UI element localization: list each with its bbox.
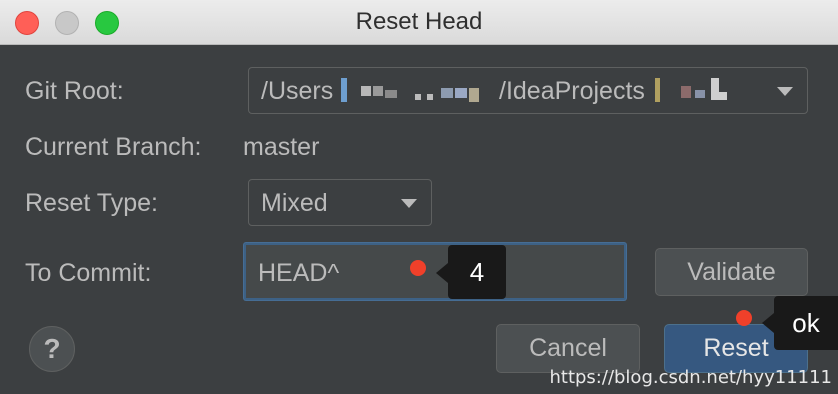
current-branch-value: master <box>243 133 320 161</box>
annotation-tip-commit: 4 <box>448 245 506 299</box>
window-title: Reset Head <box>355 8 483 35</box>
git-root-dropdown[interactable]: /Users /IdeaProjects <box>248 67 808 114</box>
reset-type-label: Reset Type: <box>25 189 158 217</box>
annotation-dot-commit <box>410 260 426 276</box>
annotation-dot-reset <box>736 310 752 326</box>
reset-type-dropdown[interactable]: Mixed <box>248 179 432 226</box>
validate-button[interactable]: Validate <box>655 248 808 296</box>
redacted-project-name <box>655 78 745 102</box>
chevron-down-icon <box>401 199 417 208</box>
chevron-down-icon <box>777 87 793 96</box>
redacted-path-segment <box>341 78 491 102</box>
watermark-text: https://blog.csdn.net/hyy11111 <box>549 367 832 388</box>
git-root-label: Git Root: <box>25 77 124 105</box>
cancel-button[interactable]: Cancel <box>496 324 640 373</box>
to-commit-label: To Commit: <box>25 259 152 287</box>
title-bar: Reset Head <box>0 0 838 45</box>
git-root-value-prefix: /Users <box>261 77 334 105</box>
help-button[interactable]: ? <box>29 326 75 372</box>
reset-type-value: Mixed <box>261 189 328 217</box>
to-commit-input[interactable]: HEAD^ <box>244 243 626 300</box>
current-branch-label: Current Branch: <box>25 133 202 161</box>
annotation-tail-commit <box>436 263 448 283</box>
reset-head-dialog: Reset Head Git Root: /Users /IdeaProject… <box>0 0 838 394</box>
git-root-value-middle: /IdeaProjects <box>499 77 645 105</box>
to-commit-value: HEAD^ <box>258 259 340 287</box>
annotation-tip-reset: ok <box>774 296 838 350</box>
annotation-tail-reset <box>762 313 774 333</box>
